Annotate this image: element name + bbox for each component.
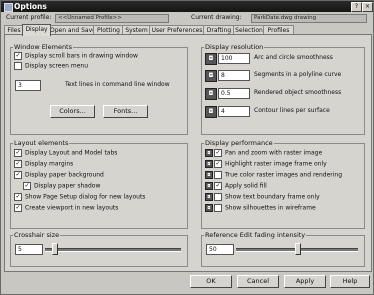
display-tab-page: Window Elements ✓ Display scroll bars in …: [4, 34, 372, 272]
contour-lines-input[interactable]: 4: [218, 106, 250, 117]
polyline-segments-label: Segments in a polyline curve: [254, 71, 342, 78]
paper-shadow-checkbox[interactable]: ✓: [23, 182, 31, 190]
current-profile-value: <<Unnamed Profile>>: [55, 14, 169, 23]
drawing-stored-icon: ◘: [205, 160, 213, 168]
pan-zoom-raster-option[interactable]: ◘ ✓ Pan and zoom with raster image: [205, 149, 322, 157]
margins-checkbox[interactable]: ✓: [14, 160, 22, 168]
cancel-button[interactable]: Cancel: [237, 275, 279, 288]
silhouettes-option[interactable]: ◘ Show silhouettes in wireframe: [205, 204, 316, 212]
current-drawing-value: ParkDate.dwg drawing: [251, 14, 367, 23]
layout-tabs-checkbox[interactable]: ✓: [14, 149, 22, 157]
drawing-stored-icon: ◘: [205, 171, 213, 179]
layout-tabs-option[interactable]: ✓ Display Layout and Model tabs: [14, 149, 117, 157]
tab-display[interactable]: Display: [22, 24, 51, 36]
fonts-button[interactable]: Fonts...: [103, 105, 148, 118]
apply-button[interactable]: Apply: [284, 275, 326, 288]
close-icon[interactable]: ×: [362, 2, 373, 12]
crosshair-size-group: Crosshair size 5: [10, 231, 188, 267]
current-drawing-label: Current drawing:: [191, 14, 242, 21]
xref-fading-title: Reference Edit fading intensity: [204, 231, 307, 239]
display-performance-group: Display performance ◘ ✓ Pan and zoom with …: [201, 139, 365, 229]
paper-shadow-option[interactable]: ✓ Display paper shadow: [23, 182, 100, 190]
crosshair-size-input[interactable]: 5: [15, 244, 43, 255]
xref-fading-group: Reference Edit fading intensity 50: [201, 231, 365, 267]
layout-elements-group: Layout elements ✓ Display Layout and Mode…: [10, 139, 188, 229]
pan-zoom-raster-checkbox[interactable]: ✓: [214, 149, 222, 157]
drawing-stored-icon: ◘: [205, 106, 217, 118]
page-setup-option[interactable]: ✓ Show Page Setup dialog for new layouts: [14, 193, 145, 201]
page-setup-checkbox[interactable]: ✓: [14, 193, 22, 201]
display-resolution-group: Display resolution ◘ 100 Arc and circle …: [201, 43, 365, 135]
screen-menu-checkbox[interactable]: [14, 62, 22, 70]
paper-background-checkbox[interactable]: ✓: [14, 171, 22, 179]
dialog-button-bar: OK Cancel Apply Help: [4, 273, 370, 291]
window-elements-title: Window Elements: [13, 43, 73, 51]
xref-fading-input[interactable]: 50: [206, 244, 234, 255]
drawing-stored-icon: ◘: [205, 182, 213, 190]
help-icon[interactable]: ?: [351, 2, 362, 12]
window-elements-group: Window Elements ✓ Display scroll bars in …: [10, 43, 188, 135]
highlight-raster-checkbox[interactable]: ✓: [214, 160, 222, 168]
true-color-option[interactable]: ◘ True color raster images and rendering: [205, 171, 342, 179]
app-icon: [4, 3, 13, 12]
rendered-smoothness-input[interactable]: 0.5: [218, 88, 250, 99]
crosshair-size-slider[interactable]: [45, 248, 181, 252]
command-lines-label: Text lines in command line window: [65, 81, 170, 88]
polyline-segments-input[interactable]: 8: [218, 70, 250, 81]
layout-elements-title: Layout elements: [13, 139, 70, 147]
create-viewport-option[interactable]: ✓ Create viewport in new layouts: [14, 204, 118, 212]
drawing-stored-icon: ◘: [205, 204, 213, 212]
contour-lines-label: Contour lines per surface: [254, 107, 330, 114]
drawing-stored-icon: ◘: [205, 193, 213, 201]
text-boundary-option[interactable]: ◘ Show text boundary frame only: [205, 193, 320, 201]
drawing-stored-icon: ◘: [205, 88, 217, 100]
apply-solid-fill-option[interactable]: ◘ ✓ Apply solid fill: [205, 182, 267, 190]
dialog-title: Options: [14, 2, 47, 11]
drawing-stored-icon: ◘: [205, 149, 213, 157]
options-dialog: Options ? × Current profile: <<Unnamed P…: [0, 0, 374, 295]
true-color-checkbox[interactable]: [214, 171, 222, 179]
highlight-raster-option[interactable]: ◘ ✓ Highlight raster image frame only: [205, 160, 327, 168]
current-profile-label: Current profile:: [6, 14, 52, 21]
margins-option[interactable]: ✓ Display margins: [14, 160, 73, 168]
crosshair-size-title: Crosshair size: [13, 231, 61, 239]
scroll-bars-option[interactable]: ✓ Display scroll bars in drawing window: [14, 52, 138, 60]
scroll-bars-checkbox[interactable]: ✓: [14, 52, 22, 60]
display-resolution-title: Display resolution: [204, 43, 265, 51]
drawing-stored-icon: ◘: [205, 53, 217, 65]
rendered-smoothness-label: Rendered object smoothness: [254, 89, 342, 96]
ok-button[interactable]: OK: [190, 275, 232, 288]
title-bar[interactable]: Options ? ×: [1, 1, 373, 12]
xref-fading-slider-thumb[interactable]: [295, 243, 301, 255]
silhouettes-checkbox[interactable]: [214, 204, 222, 212]
text-boundary-checkbox[interactable]: [214, 193, 222, 201]
help-button[interactable]: Help: [330, 275, 370, 288]
crosshair-slider-thumb[interactable]: [51, 243, 58, 255]
apply-solid-fill-checkbox[interactable]: ✓: [214, 182, 222, 190]
drawing-stored-icon: ◘: [205, 70, 217, 82]
screen-menu-option[interactable]: Display screen menu: [14, 62, 88, 70]
colors-button[interactable]: Colors...: [50, 105, 95, 118]
paper-background-option[interactable]: ✓ Display paper background: [14, 171, 104, 179]
create-viewport-checkbox[interactable]: ✓: [14, 204, 22, 212]
arc-smoothness-label: Arc and circle smoothness: [254, 54, 333, 61]
arc-smoothness-input[interactable]: 100: [218, 53, 250, 64]
command-lines-input[interactable]: 3: [15, 80, 41, 91]
display-performance-title: Display performance: [204, 139, 274, 147]
